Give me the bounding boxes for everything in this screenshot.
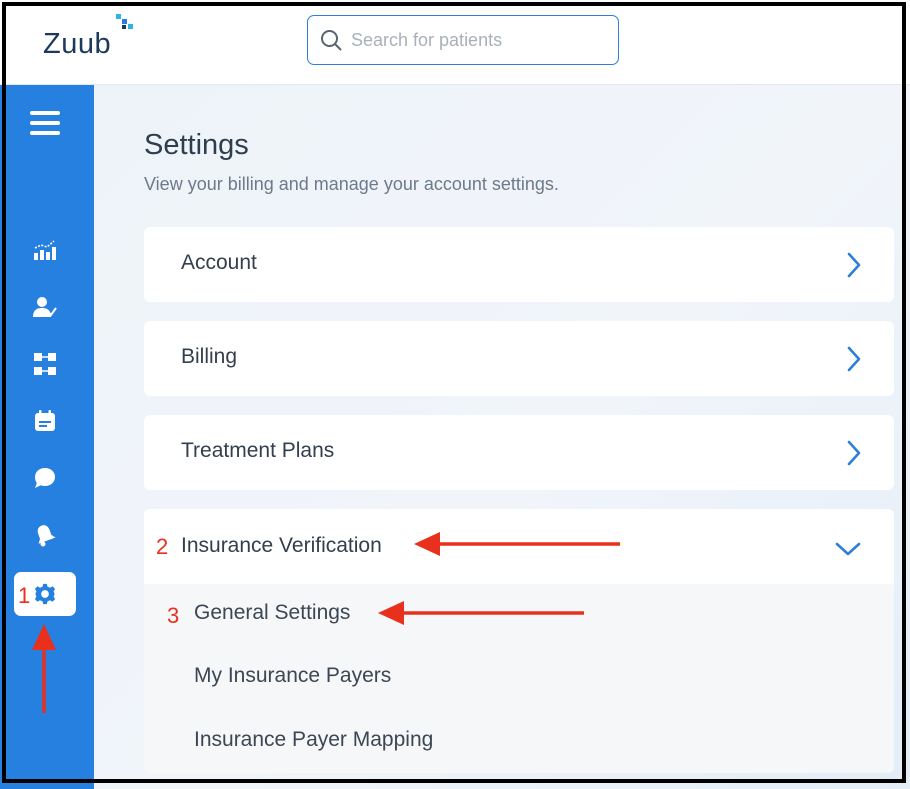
chevron-right-icon: [847, 440, 861, 466]
chevron-right-icon: [847, 252, 861, 278]
chevron-right-icon: [847, 346, 861, 372]
logo-mark-icon: [116, 14, 133, 29]
sidebar-item-calendar[interactable]: [14, 399, 76, 443]
sidebar-item-patients[interactable]: [14, 285, 76, 329]
annotation-step-1: 1: [18, 583, 31, 608]
calendar-icon: [35, 410, 55, 431]
zuub-logo[interactable]: Zuub: [43, 28, 111, 61]
submenu-item-general-settings[interactable]: General Settings: [194, 601, 350, 625]
top-header: Zuub: [0, 0, 910, 85]
section-label: Treatment Plans: [181, 439, 335, 462]
section-label: Account: [181, 251, 257, 274]
analytics-icon: [34, 240, 56, 260]
sidebar-item-notifications[interactable]: [14, 513, 76, 557]
section-label[interactable]: Insurance Verification: [181, 534, 382, 558]
sidebar-menu-toggle[interactable]: [14, 101, 76, 145]
notification-bell-icon: [37, 525, 56, 547]
logo-text: Zuub: [43, 28, 112, 60]
insurance-verification-submenu: General Settings My Insurance Payers Ins…: [144, 584, 894, 773]
sidebar-item-analytics[interactable]: [14, 228, 76, 272]
submenu-item-my-insurance-payers[interactable]: My Insurance Payers: [194, 664, 391, 688]
workflow-icon: [34, 353, 56, 375]
search-icon: [321, 30, 342, 51]
chevron-down-icon[interactable]: [834, 541, 862, 557]
sidebar-item-chat[interactable]: [14, 456, 76, 500]
page-subtitle: View your billing and manage your accoun…: [144, 174, 559, 194]
chat-icon: [35, 468, 55, 488]
settings-section-billing[interactable]: Billing: [144, 321, 894, 396]
sidebar-nav: [0, 85, 94, 789]
settings-section-treatment-plans[interactable]: Treatment Plans: [144, 415, 894, 490]
app-window: Zuub Search for patients Settings View y…: [0, 0, 910, 789]
settings-section-insurance-verification: Insurance Verification General Settings …: [144, 509, 894, 773]
settings-page: Settings View your billing and manage yo…: [94, 85, 910, 789]
annotation-step-3: 3: [167, 603, 180, 628]
gear-icon: [34, 583, 56, 605]
search-input[interactable]: [351, 29, 601, 51]
submenu-item-insurance-payer-mapping[interactable]: Insurance Payer Mapping: [194, 728, 433, 752]
page-title: Settings: [144, 129, 249, 161]
section-label: Billing: [181, 345, 238, 368]
sidebar-item-workflow[interactable]: [14, 342, 76, 386]
settings-section-account[interactable]: Account: [144, 227, 894, 302]
patient-search-box[interactable]: [307, 15, 619, 65]
annotation-step-2: 2: [156, 534, 169, 559]
patient-check-icon: [33, 297, 57, 317]
menu-icon: [30, 111, 60, 135]
